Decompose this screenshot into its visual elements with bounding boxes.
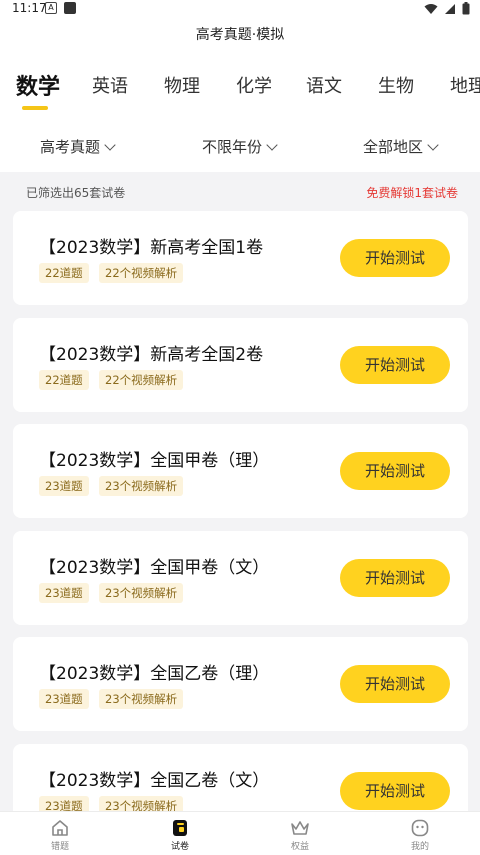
exam-filter-label: 高考真题 <box>40 138 101 156</box>
tab-chemistry[interactable]: 化学 <box>236 72 272 98</box>
start-test-button[interactable]: 开始测试 <box>340 772 450 810</box>
paper-title: 【2023数学】新高考全国2卷 <box>39 345 264 365</box>
question-count-tag: 23道题 <box>39 476 89 496</box>
year-filter-label: 不限年份 <box>202 138 263 156</box>
start-test-button[interactable]: 开始测试 <box>340 239 450 277</box>
profile-icon <box>411 819 429 837</box>
start-test-button[interactable]: 开始测试 <box>340 452 450 490</box>
paper-title: 【2023数学】全国乙卷（理） <box>39 664 270 684</box>
battery-icon <box>462 2 470 15</box>
tab-geography[interactable]: 地理 <box>450 72 480 98</box>
notification-square-icon <box>64 2 76 14</box>
paper-card[interactable]: 【2023数学】全国甲卷（理） 23道题 23个视频解析 开始测试 <box>13 424 468 518</box>
active-tab-indicator <box>22 106 48 110</box>
question-count-tag: 22道题 <box>39 370 89 390</box>
tab-profile[interactable]: 我的 <box>390 814 450 852</box>
question-count-tag: 23道题 <box>39 583 89 603</box>
tab-label: 权益 <box>290 842 309 852</box>
video-count-tag: 22个视频解析 <box>99 263 184 283</box>
tab-label: 我的 <box>410 842 429 852</box>
chevron-down-icon <box>104 138 116 151</box>
video-count-tag: 23个视频解析 <box>99 583 184 603</box>
paper-card[interactable]: 【2023数学】新高考全国1卷 22道题 22个视频解析 开始测试 <box>13 211 468 305</box>
question-count-tag: 22道题 <box>39 263 89 283</box>
status-time: 11:17 <box>12 1 47 15</box>
free-unlock-link[interactable]: 免费解锁1套试卷 <box>366 184 458 201</box>
tab-papers[interactable]: 试卷 <box>150 814 210 852</box>
tab-math[interactable]: 数学 <box>16 72 60 101</box>
video-count-tag: 23个视频解析 <box>99 689 184 709</box>
bottom-tab-bar: 错题 试卷 权益 我的 <box>0 811 480 855</box>
year-filter-dropdown[interactable]: 不限年份 <box>202 136 278 157</box>
paper-card[interactable]: 【2023数学】新高考全国2卷 22道题 22个视频解析 开始测试 <box>13 318 468 412</box>
video-count-tag: 22个视频解析 <box>99 370 184 390</box>
region-filter-label: 全部地区 <box>363 138 424 156</box>
notification-a-icon: A <box>45 2 57 14</box>
paper-icon <box>173 820 187 836</box>
tab-biology[interactable]: 生物 <box>378 72 414 98</box>
paper-title: 【2023数学】全国乙卷（文） <box>39 771 270 791</box>
start-test-button[interactable]: 开始测试 <box>340 346 450 384</box>
wifi-icon <box>424 3 438 14</box>
filter-bar: 高考真题 不限年份 全部地区 <box>0 136 480 162</box>
question-count-tag: 23道题 <box>39 689 89 709</box>
tab-wrong-questions[interactable]: 错题 <box>30 814 90 852</box>
summary-bar: 已筛选出65套试卷 免费解锁1套试卷 <box>0 172 480 210</box>
crown-icon <box>291 821 309 835</box>
tab-label: 试卷 <box>170 842 189 852</box>
chevron-down-icon <box>266 138 278 151</box>
tab-physics[interactable]: 物理 <box>164 72 200 98</box>
tab-label: 错题 <box>50 842 69 852</box>
exam-filter-dropdown[interactable]: 高考真题 <box>40 136 116 157</box>
tab-english[interactable]: 英语 <box>92 72 128 98</box>
region-filter-dropdown[interactable]: 全部地区 <box>363 136 439 157</box>
paper-card[interactable]: 【2023数学】全国甲卷（文） 23道题 23个视频解析 开始测试 <box>13 531 468 625</box>
tab-chinese[interactable]: 语文 <box>306 72 342 98</box>
start-test-button[interactable]: 开始测试 <box>340 559 450 597</box>
tab-benefits[interactable]: 权益 <box>270 814 330 852</box>
signal-icon <box>445 3 455 14</box>
top-section: 11:17 A 高考真题·模拟 数学 英语 物理 化学 语文 生物 地理 高考真… <box>0 0 480 172</box>
video-count-tag: 23个视频解析 <box>99 476 184 496</box>
page-title: 高考真题·模拟 <box>195 27 285 43</box>
paper-title: 【2023数学】全国甲卷（文） <box>39 558 270 578</box>
status-icons <box>424 2 470 15</box>
home-icon <box>52 820 68 836</box>
paper-card[interactable]: 【2023数学】全国乙卷（理） 23道题 23个视频解析 开始测试 <box>13 637 468 731</box>
result-count: 已筛选出65套试卷 <box>26 186 126 200</box>
paper-title: 【2023数学】全国甲卷（理） <box>39 451 270 471</box>
paper-title: 【2023数学】新高考全国1卷 <box>39 238 264 258</box>
status-bar: 11:17 A <box>0 0 480 20</box>
start-test-button[interactable]: 开始测试 <box>340 665 450 703</box>
subject-tabs: 数学 英语 物理 化学 语文 生物 地理 <box>0 72 480 112</box>
chevron-down-icon <box>427 138 439 151</box>
